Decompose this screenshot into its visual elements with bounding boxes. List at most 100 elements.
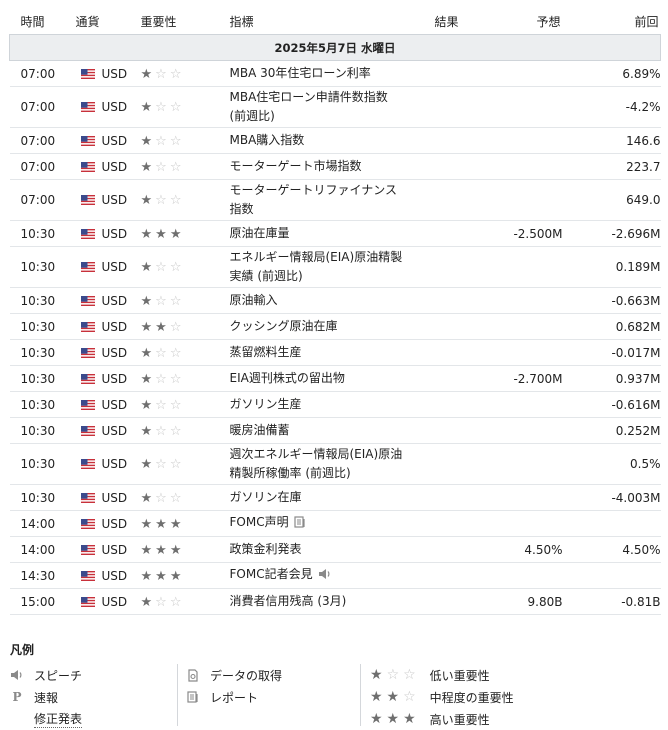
event-name[interactable]: 政策金利発表 bbox=[230, 542, 302, 556]
event-actual bbox=[434, 153, 485, 180]
event-indicator: モーターゲートリファイナンス 指数 bbox=[229, 179, 435, 221]
event-name-line2[interactable]: 指数 bbox=[230, 202, 254, 216]
event-forecast bbox=[484, 339, 563, 366]
event-row[interactable]: 10:30 USD ★☆☆ EIA週刊株式の留出物 -2.700M 0.937M bbox=[9, 365, 661, 392]
us-flag-icon bbox=[80, 68, 95, 79]
event-name[interactable]: 原油在庫量 bbox=[230, 226, 290, 240]
importance-stars: ★☆☆ bbox=[140, 594, 185, 610]
event-indicator: 原油在庫量 bbox=[229, 220, 435, 247]
event-name-line2[interactable]: (前週比) bbox=[230, 109, 275, 123]
event-actual bbox=[434, 484, 485, 511]
event-name[interactable]: クッシング原油在庫 bbox=[230, 319, 338, 333]
event-name[interactable]: 暖房油備蓄 bbox=[230, 423, 290, 437]
event-forecast bbox=[484, 391, 563, 418]
event-name[interactable]: 消費者信用残高 (3月) bbox=[230, 594, 347, 608]
event-name-line2[interactable]: 精製所稼働率 (前週比) bbox=[230, 466, 351, 480]
importance-stars: ★★★ bbox=[140, 542, 185, 558]
event-currency: USD bbox=[75, 60, 141, 87]
event-row[interactable]: 07:00 USD ★☆☆ MBA 30年住宅ローン利率 6.89% bbox=[9, 60, 661, 87]
currency-code: USD bbox=[101, 226, 128, 241]
header-currency[interactable]: 通貨 bbox=[75, 8, 141, 35]
event-row[interactable]: 14:30 USD ★★★ FOMC記者会見 bbox=[9, 562, 661, 589]
event-previous: 0.937M bbox=[562, 365, 661, 392]
event-row[interactable]: 14:00 USD ★★★ FOMC声明 bbox=[9, 510, 661, 537]
event-row[interactable]: 07:00 USD ★☆☆ モーターゲート市場指数 223.7 bbox=[9, 153, 661, 180]
event-name[interactable]: FOMC記者会見 bbox=[230, 567, 313, 581]
event-row[interactable]: 10:30 USD ★☆☆ 蒸留燃料生産 -0.017M bbox=[9, 339, 661, 366]
event-row[interactable]: 10:30 USD ★☆☆ ガソリン生産 -0.616M bbox=[9, 391, 661, 418]
event-currency: USD bbox=[75, 417, 141, 444]
event-row[interactable]: 10:30 USD ★☆☆ 原油輸入 -0.663M bbox=[9, 287, 661, 314]
event-name[interactable]: MBA 30年住宅ローン利率 bbox=[230, 66, 371, 80]
event-forecast: -2.700M bbox=[484, 365, 563, 392]
event-row[interactable]: 10:30 USD ★☆☆ エネルギー情報局(EIA)原油精製 実績 (前週比) 0.18… bbox=[9, 246, 661, 288]
event-actual bbox=[434, 86, 485, 128]
event-name[interactable]: MBA購入指数 bbox=[230, 133, 305, 147]
us-flag-icon bbox=[80, 261, 95, 272]
event-indicator: 原油輸入 bbox=[229, 287, 435, 314]
event-currency: USD bbox=[75, 220, 141, 247]
event-currency: USD bbox=[75, 536, 141, 563]
low-importance-stars: ★☆☆ bbox=[370, 667, 420, 683]
header-time[interactable]: 時間 bbox=[9, 8, 76, 35]
event-previous: -0.017M bbox=[562, 339, 661, 366]
speech-icon[interactable] bbox=[318, 567, 332, 586]
event-name[interactable]: エネルギー情報局(EIA)原油精製 bbox=[230, 250, 403, 264]
event-currency: USD bbox=[75, 127, 141, 154]
event-currency: USD bbox=[75, 562, 141, 589]
event-name[interactable]: 週次エネルギー情報局(EIA)原油 bbox=[230, 447, 403, 461]
header-actual[interactable]: 結果 bbox=[434, 8, 485, 35]
event-previous: -0.81B bbox=[562, 588, 661, 615]
importance-stars: ★★★ bbox=[140, 226, 185, 242]
event-row[interactable]: 10:30 USD ★★★ 原油在庫量 -2.500M -2.696M bbox=[9, 220, 661, 247]
currency-code: USD bbox=[101, 490, 128, 505]
event-name[interactable]: ガソリン在庫 bbox=[230, 490, 302, 504]
event-row[interactable]: 07:00 USD ★☆☆ モーターゲートリファイナンス 指数 649.0 bbox=[9, 179, 661, 221]
event-row[interactable]: 10:30 USD ★☆☆ 暖房油備蓄 0.252M bbox=[9, 417, 661, 444]
event-previous: 0.5% bbox=[562, 443, 661, 485]
event-name[interactable]: 蒸留燃料生産 bbox=[230, 345, 302, 359]
event-name[interactable]: ガソリン生産 bbox=[230, 397, 302, 411]
legend-high-label: 高い重要性 bbox=[429, 712, 490, 727]
header-event[interactable]: 指標 bbox=[229, 8, 435, 35]
event-name[interactable]: EIA週刊株式の留出物 bbox=[230, 371, 345, 385]
header-importance[interactable]: 重要性 bbox=[140, 8, 230, 35]
event-row[interactable]: 10:30 USD ★★☆ クッシング原油在庫 0.682M bbox=[9, 313, 661, 340]
event-name[interactable]: モーターゲート市場指数 bbox=[230, 159, 362, 173]
event-name-line2[interactable]: 実績 (前週比) bbox=[230, 269, 303, 283]
importance-stars: ★☆☆ bbox=[140, 66, 185, 82]
event-previous: -4.003M bbox=[562, 484, 661, 511]
event-row[interactable]: 07:00 USD ★☆☆ MBA住宅ローン申請件数指数 (前週比) -4.2% bbox=[9, 86, 661, 128]
event-name[interactable]: MBA住宅ローン申請件数指数 bbox=[230, 90, 388, 104]
currency-code: USD bbox=[101, 159, 128, 174]
event-actual bbox=[434, 391, 485, 418]
event-importance: ★☆☆ bbox=[140, 443, 230, 485]
event-row[interactable]: 14:00 USD ★★★ 政策金利発表 4.50% 4.50% bbox=[9, 536, 661, 563]
event-previous: 223.7 bbox=[562, 153, 661, 180]
date-label: 2025年5月7日 水曜日 bbox=[9, 34, 661, 61]
event-forecast: 4.50% bbox=[484, 536, 563, 563]
importance-stars: ★☆☆ bbox=[140, 423, 185, 439]
event-row[interactable]: 10:30 USD ★☆☆ ガソリン在庫 -4.003M bbox=[9, 484, 661, 511]
header-previous[interactable]: 前回 bbox=[562, 8, 661, 35]
importance-stars: ★★☆ bbox=[140, 319, 185, 335]
event-row[interactable]: 15:00 USD ★☆☆ 消費者信用残高 (3月) 9.80B -0.81B bbox=[9, 588, 661, 615]
us-flag-icon bbox=[80, 518, 95, 529]
report-icon[interactable] bbox=[293, 515, 307, 534]
event-name[interactable]: 原油輸入 bbox=[230, 293, 278, 307]
header-forecast[interactable]: 予想 bbox=[484, 8, 563, 35]
event-currency: USD bbox=[75, 287, 141, 314]
event-indicator: クッシング原油在庫 bbox=[229, 313, 435, 340]
event-name[interactable]: モーターゲートリファイナンス bbox=[230, 183, 398, 197]
event-previous: 146.6 bbox=[562, 127, 661, 154]
event-row[interactable]: 07:00 USD ★☆☆ MBA購入指数 146.6 bbox=[9, 127, 661, 154]
event-time: 10:30 bbox=[9, 443, 76, 485]
event-actual bbox=[434, 417, 485, 444]
event-time: 07:00 bbox=[9, 153, 76, 180]
us-flag-icon bbox=[80, 458, 95, 469]
currency-code: USD bbox=[101, 66, 128, 81]
importance-stars: ★★★ bbox=[140, 516, 185, 532]
event-row[interactable]: 10:30 USD ★☆☆ 週次エネルギー情報局(EIA)原油 精製所稼働率 (前週比)… bbox=[9, 443, 661, 485]
event-importance: ★☆☆ bbox=[140, 588, 230, 615]
event-name[interactable]: FOMC声明 bbox=[230, 515, 289, 529]
